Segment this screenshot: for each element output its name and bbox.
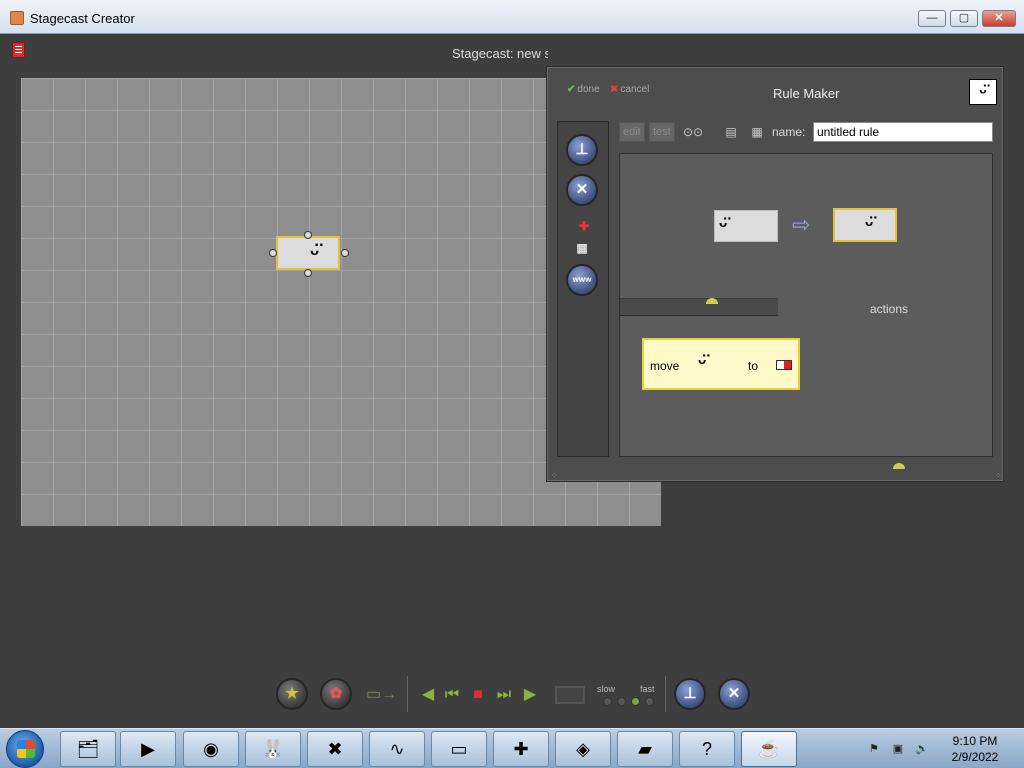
character-thumbnail-icon: ᵕ̈ bbox=[969, 79, 997, 105]
play-icon[interactable]: ▶ bbox=[520, 686, 540, 704]
clock-time: 9:10 PM bbox=[952, 734, 998, 748]
media-player-icon[interactable]: ▶ bbox=[120, 731, 176, 767]
minimize-button[interactable]: — bbox=[918, 10, 946, 27]
delete-tool-icon[interactable]: ✕ bbox=[718, 678, 750, 710]
action-verb: move bbox=[650, 359, 680, 373]
file-explorer-icon[interactable]: 🗂 bbox=[60, 731, 116, 767]
condition-action-divider[interactable] bbox=[620, 298, 778, 316]
media-app-icon[interactable]: ◈ bbox=[555, 731, 611, 767]
resize-grip-icon[interactable]: ⁘ bbox=[995, 471, 1003, 480]
scroll-knob-icon[interactable] bbox=[893, 463, 905, 469]
smiley-face-icon: ᵕ̈ bbox=[698, 352, 707, 374]
stage-window-icon[interactable] bbox=[555, 686, 585, 704]
speed-dot[interactable] bbox=[645, 697, 654, 706]
action-center-icon[interactable]: ⚑ bbox=[866, 741, 882, 757]
tool-app-icon[interactable]: ✖ bbox=[307, 731, 363, 767]
command-prompt-icon[interactable]: ▭ bbox=[431, 731, 487, 767]
actions-label: actions bbox=[870, 302, 909, 316]
test-button[interactable]: test bbox=[649, 122, 675, 142]
help-book-icon[interactable]: ? bbox=[679, 731, 735, 767]
volume-icon[interactable]: 🔈 bbox=[914, 741, 930, 757]
rule-maker-panel: ✔ done ✖ cancel Rule Maker ᵕ̈ ⊥ ✕ ✚ ▦ www … bbox=[546, 66, 1004, 482]
rabbit-app-icon[interactable]: 🐰 bbox=[245, 731, 301, 767]
title-bar: Stagecast Creator — ▢ ✕ bbox=[0, 0, 1024, 34]
resize-handle-left[interactable] bbox=[269, 249, 277, 257]
glasses-icon[interactable]: ⊙⊙ bbox=[681, 122, 705, 142]
done-label: done bbox=[577, 84, 600, 95]
palette-button-icon[interactable]: ✿ bbox=[320, 678, 352, 710]
document-title: Stagecast: new s bbox=[452, 46, 548, 61]
rewind-icon[interactable]: ⏮ bbox=[442, 686, 462, 704]
www-tool-icon[interactable]: www bbox=[566, 264, 598, 296]
smiley-face-icon: ᵕ̈ bbox=[310, 240, 320, 265]
puzzle-app-icon[interactable]: ✚ bbox=[493, 731, 549, 767]
maximize-button[interactable]: ▢ bbox=[950, 10, 978, 27]
speed-dot-selected[interactable] bbox=[631, 697, 640, 706]
notes-app-icon[interactable]: ▰ bbox=[617, 731, 673, 767]
oscilloscope-icon[interactable]: ∿ bbox=[369, 731, 425, 767]
stagecast-window: Stagecast Creator — ▢ ✕ Stagecast: new s… bbox=[0, 0, 1024, 768]
rule-name-input[interactable] bbox=[813, 122, 993, 142]
rule-area: ᵕ̈ ⇨ ᵕ̈ actions move ᵕ̈ to bbox=[619, 153, 993, 457]
resize-handle-top[interactable] bbox=[304, 231, 312, 239]
resize-handle-right[interactable] bbox=[341, 249, 349, 257]
before-condition-box[interactable]: ᵕ̈ bbox=[714, 210, 778, 242]
resize-handle-bottom[interactable] bbox=[304, 269, 312, 277]
close-button[interactable]: ✕ bbox=[982, 10, 1016, 27]
delete-tool-icon[interactable]: ✕ bbox=[566, 174, 598, 206]
speed-dot[interactable] bbox=[603, 697, 612, 706]
done-button[interactable]: ✔ done bbox=[567, 84, 600, 95]
windows-logo-icon bbox=[17, 740, 35, 758]
edit-button[interactable]: edit bbox=[619, 122, 645, 142]
cancel-label: cancel bbox=[620, 84, 650, 95]
menu-book-icon[interactable] bbox=[12, 42, 25, 58]
pointer-tool-icon[interactable]: ✚ bbox=[570, 216, 598, 238]
resize-grip-icon[interactable]: ⁘ bbox=[551, 471, 559, 480]
stamp-tool-icon[interactable]: ⊥ bbox=[566, 134, 598, 166]
check-icon: ✔ bbox=[567, 84, 576, 95]
after-result-box[interactable]: ᵕ̈ bbox=[833, 208, 897, 242]
divider-knob-icon[interactable] bbox=[706, 298, 718, 304]
variable-tool-icon[interactable]: ▦ bbox=[568, 238, 596, 260]
taskbar: 🗂 ▶ ◉ 🐰 ✖ ∿ ▭ ✚ ◈ ▰ ? ☕ ⚑ ▣ 🔈 9:10 PM 2/… bbox=[0, 728, 1024, 768]
fast-forward-icon[interactable]: ⏭ bbox=[494, 686, 514, 704]
smiley-character[interactable]: ᵕ̈ bbox=[276, 236, 340, 270]
window-title: Stagecast Creator bbox=[30, 11, 135, 26]
network-icon[interactable]: ▣ bbox=[890, 741, 906, 757]
calculator-icon[interactable]: ▦ bbox=[745, 122, 769, 142]
stamp-tool-icon[interactable]: ⊥ bbox=[674, 678, 706, 710]
location-icon bbox=[776, 360, 792, 370]
separator bbox=[665, 676, 666, 712]
record-button-icon[interactable]: ▭→ bbox=[366, 686, 397, 704]
java-icon[interactable]: ☕ bbox=[741, 731, 797, 767]
workspace: Stagecast: new s ᵕ̈ ✔ done ✖ cancel Rule M… bbox=[0, 34, 1024, 728]
tool-column: ⊥ ✕ ✚ ▦ www bbox=[557, 121, 609, 457]
smiley-face-icon: ᵕ̈ bbox=[865, 214, 874, 236]
separator bbox=[407, 676, 408, 712]
speed-dot[interactable] bbox=[617, 697, 626, 706]
clock[interactable]: 9:10 PM 2/9/2022 bbox=[940, 733, 1010, 765]
rule-maker-title: Rule Maker bbox=[773, 86, 840, 101]
stop-icon[interactable]: ■ bbox=[468, 686, 488, 704]
speed-fast-label: fast bbox=[640, 684, 655, 694]
star-button-icon[interactable]: ★ bbox=[276, 678, 308, 710]
action-preposition: to bbox=[748, 359, 759, 373]
chrome-icon[interactable]: ◉ bbox=[183, 731, 239, 767]
clock-date: 2/9/2022 bbox=[951, 750, 999, 764]
x-icon: ✖ bbox=[610, 84, 619, 95]
arrow-right-icon: ⇨ bbox=[792, 212, 811, 237]
calendar-icon[interactable]: ▤ bbox=[719, 122, 743, 142]
start-button[interactable] bbox=[6, 730, 44, 768]
name-label: name: bbox=[772, 125, 806, 139]
cancel-button[interactable]: ✖ cancel bbox=[610, 84, 649, 95]
step-back-icon[interactable]: ◀ bbox=[418, 686, 438, 704]
smiley-face-icon: ᵕ̈ bbox=[719, 215, 728, 237]
java-app-icon bbox=[10, 11, 24, 25]
move-action-card[interactable]: move ᵕ̈ to bbox=[642, 338, 800, 390]
speed-slow-label: slow bbox=[597, 684, 616, 694]
